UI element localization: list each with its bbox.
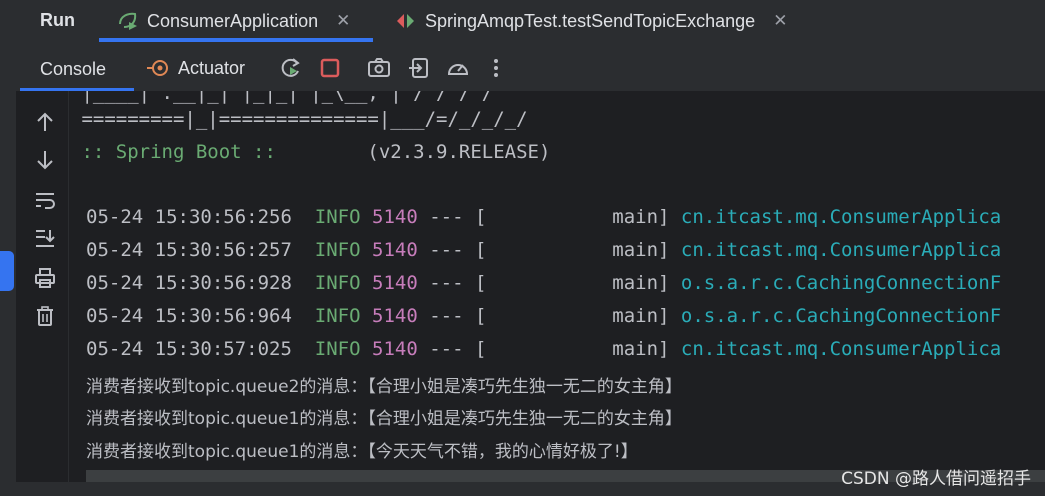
banner-line: =========|_|==============|___/=/_/_/_/ — [70, 108, 528, 130]
tab-label: ConsumerApplication — [147, 10, 319, 31]
log-line: 05-24 15:30:57:025 INFO 5140 --- [ main]… — [86, 338, 1002, 360]
watermark: CSDN @路人借问遥招手 — [841, 469, 1031, 489]
run-tool-window-header: Run ConsumerApplication ✕ SpringAmqpTest… — [0, 0, 1045, 42]
spring-boot-version-line: :: Spring Boot :: (v2.3.9.RELEASE) — [70, 141, 550, 163]
active-tool-indicator[interactable] — [0, 251, 14, 291]
more-options-icon[interactable] — [484, 56, 508, 80]
consumer-message-line: 消费者接收到topic.queue1的消息：【合理小姐是凑巧先生独一无二的女主角… — [86, 409, 682, 429]
arrow-down-icon[interactable] — [34, 149, 56, 171]
tab-consumer-application[interactable]: ConsumerApplication ✕ — [116, 0, 350, 42]
close-icon[interactable]: ✕ — [773, 11, 787, 31]
tab-spring-amqp-test[interactable]: SpringAmqpTest.testSendTopicExchange ✕ — [394, 0, 787, 42]
close-icon[interactable]: ✕ — [336, 11, 350, 31]
log-line: 05-24 15:30:56:256 INFO 5140 --- [ main]… — [86, 206, 1002, 228]
arrow-up-icon[interactable] — [34, 111, 56, 133]
scroll-to-end-icon[interactable] — [34, 227, 56, 249]
print-icon[interactable] — [34, 267, 56, 289]
banner-fragment: |____| .__|_| |_|_| |_\__, | / / / / — [70, 91, 494, 104]
log-line: 05-24 15:30:56:928 INFO 5140 --- [ main]… — [86, 272, 1002, 294]
run-panel-title: Run — [40, 10, 75, 30]
trash-icon[interactable] — [34, 305, 56, 327]
tab-console[interactable]: Console — [40, 59, 106, 80]
gauge-icon[interactable] — [446, 56, 470, 80]
log-line: 05-24 15:30:56:257 INFO 5140 --- [ main]… — [86, 239, 1002, 261]
spring-boot-version: (v2.3.9.RELEASE) — [287, 141, 551, 163]
rerun-icon[interactable] — [279, 56, 303, 80]
actuator-icon — [147, 60, 168, 76]
spring-boot-label: :: Spring Boot :: — [70, 141, 288, 163]
junit-test-icon — [397, 14, 414, 28]
exit-icon[interactable] — [407, 56, 431, 80]
console-output[interactable]: |____| .__|_| |_|_| |_\__, | / / / / ===… — [70, 91, 1045, 476]
camera-icon[interactable] — [367, 56, 391, 80]
soft-wrap-icon[interactable] — [34, 189, 56, 211]
tool-window-strip — [0, 91, 16, 496]
stop-icon[interactable] — [318, 56, 342, 80]
tab-label: SpringAmqpTest.testSendTopicExchange — [425, 10, 756, 31]
console-toolbar: Console Actuator — [0, 42, 1045, 92]
spring-boot-run-icon — [119, 12, 137, 30]
actuator-label: Actuator — [178, 57, 246, 78]
consumer-message-line: 消费者接收到topic.queue1的消息：【今天天气不错，我的心情好极了!】 — [86, 442, 638, 462]
consumer-message-line: 消费者接收到topic.queue2的消息：【合理小姐是凑巧先生独一无二的女主角… — [86, 377, 682, 397]
tab-actuator[interactable]: Actuator — [146, 56, 245, 80]
log-line: 05-24 15:30:56:964 INFO 5140 --- [ main]… — [86, 305, 1002, 327]
console-side-toolbar — [16, 91, 69, 496]
